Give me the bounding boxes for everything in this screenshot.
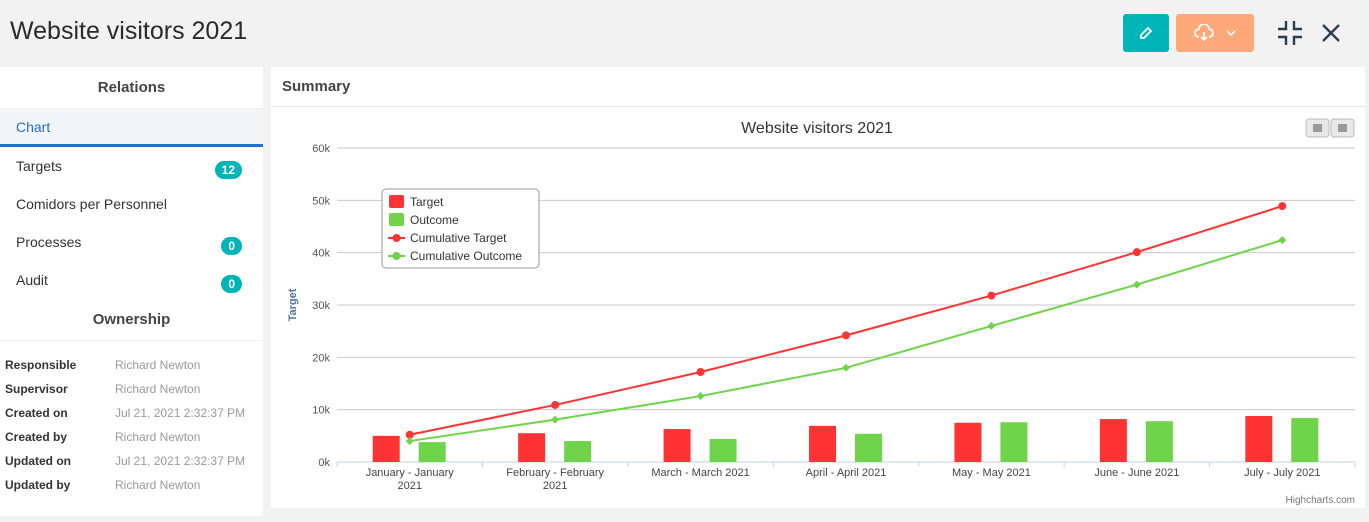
legend-item[interactable]: Outcome: [410, 213, 459, 227]
chevron-down-icon: [1226, 30, 1236, 36]
x-tick-label: February - February: [506, 467, 604, 479]
ownership-label: Created by: [5, 430, 68, 444]
bar-target: [954, 422, 982, 462]
sidebar-item-label: Comidors per Personnel: [16, 196, 167, 212]
print-button[interactable]: [1305, 118, 1330, 138]
x-tick-label: 2021: [397, 480, 421, 492]
bar-outcome: [1000, 422, 1028, 462]
x-tick-label: July - July 2021: [1244, 467, 1320, 479]
cloud-download-icon: [1194, 24, 1214, 42]
bar-outcome: [855, 433, 882, 462]
legend-item[interactable]: Cumulative Target: [410, 231, 507, 245]
pencil-icon: [1140, 26, 1153, 39]
point-cumulative-target: [1278, 202, 1287, 211]
x-tick-label: 2021: [543, 480, 567, 492]
bar-outcome: [709, 438, 737, 462]
x-tick-label: June - June 2021: [1094, 467, 1179, 479]
print-icon-glyph: [1313, 124, 1322, 132]
y-tick-label: 50k: [312, 195, 330, 207]
summary-title: Summary: [271, 67, 1365, 107]
count-badge: 0: [221, 275, 242, 293]
bar-outcome: [418, 442, 446, 462]
sidebar: Relations Chart Targets 12 Comidors per Per…: [0, 67, 263, 516]
compress-icon[interactable]: [1275, 18, 1305, 48]
close-icon[interactable]: [1316, 18, 1346, 48]
y-axis-label: Target: [287, 288, 299, 321]
ownership-label: Supervisor: [5, 382, 68, 396]
ownership-title: Ownership: [0, 299, 263, 341]
ownership-label: Updated by: [5, 478, 71, 492]
y-tick-label: 10k: [312, 405, 330, 417]
count-badge: 0: [221, 237, 242, 255]
y-tick-label: 60k: [312, 143, 330, 155]
point-cumulative-target: [696, 367, 705, 376]
bar-target: [372, 435, 400, 462]
sidebar-item-chart[interactable]: Chart: [0, 109, 263, 147]
point-cumulative-target: [842, 331, 850, 340]
bar-outcome: [1145, 421, 1173, 462]
ownership-value: Jul 21, 2021 2:32:37 PM: [115, 454, 246, 468]
summary-panel: Summary Website visitors 2021 0k 10k 20k 30k…: [271, 67, 1365, 508]
legend-symbol: [389, 195, 404, 208]
export-button[interactable]: [1330, 118, 1355, 138]
bar-target: [1245, 415, 1273, 462]
y-tick-label: 30k: [312, 300, 330, 312]
y-tick-label: 20k: [312, 352, 330, 364]
point-cumulative-target: [987, 291, 996, 300]
bar-target: [809, 425, 836, 462]
y-tick-label: 40k: [312, 248, 330, 260]
ownership-value: Richard Newton: [115, 478, 201, 492]
x-tick-label: May - May 2021: [952, 467, 1031, 479]
bar-outcome: [564, 441, 592, 462]
sidebar-item-audit[interactable]: Audit 0: [0, 261, 263, 299]
ownership-row: Updated on Jul 21, 2021 2:32:37 PM: [0, 449, 263, 473]
bar-target: [1099, 419, 1127, 462]
sidebar-item-processes[interactable]: Processes 0: [0, 223, 263, 261]
bar-target: [518, 433, 546, 462]
legend-item[interactable]: Target: [410, 195, 444, 209]
x-tick-label: April - April 2021: [806, 467, 887, 479]
bar-target: [663, 429, 691, 462]
x-tick-label: March - March 2021: [651, 467, 749, 479]
page-title: Website visitors 2021: [10, 17, 248, 45]
x-tick-label: January - January: [366, 467, 455, 479]
sidebar-item-label: Processes: [16, 234, 82, 250]
ownership-value: Jul 21, 2021 2:32:37 PM: [115, 406, 246, 420]
credits-link[interactable]: Highcharts.com: [1286, 495, 1355, 506]
count-badge: 12: [214, 161, 242, 179]
sidebar-item-targets[interactable]: Targets 12: [0, 147, 263, 185]
point-cumulative-target: [1132, 248, 1141, 257]
ownership-row: Created on Jul 21, 2021 2:32:37 PM: [0, 401, 263, 425]
chart: Website visitors 2021 0k 10k 20k 30k 40k 50k 60…: [274, 110, 1362, 506]
legend-marker: [392, 252, 401, 260]
sidebar-item-label: Targets: [16, 158, 62, 174]
ownership-value: Richard Newton: [115, 430, 201, 444]
ownership-row: Created by Richard Newton: [0, 425, 263, 449]
legend: Target Outcome Cumulative Target Cumulative…: [381, 188, 540, 269]
bar-outcome: [1291, 418, 1319, 462]
relations-title: Relations: [0, 67, 263, 109]
sidebar-item-label: Audit: [16, 272, 48, 288]
download-button[interactable]: [1176, 14, 1254, 52]
ownership-label: Updated on: [5, 454, 71, 468]
sidebar-item-label: Chart: [16, 118, 51, 135]
point-cumulative-target: [551, 400, 560, 409]
ownership-row: Responsible Richard Newton: [0, 353, 263, 377]
legend-symbol: [389, 213, 404, 226]
y-tick-label: 0k: [318, 457, 330, 469]
legend-item[interactable]: Cumulative Outcome: [410, 249, 522, 263]
ownership-value: Richard Newton: [115, 382, 201, 396]
ownership-value: Richard Newton: [115, 358, 201, 372]
ownership-row: Updated by Richard Newton: [0, 473, 263, 497]
edit-button[interactable]: [1123, 14, 1169, 52]
ownership-label: Responsible: [5, 358, 77, 372]
legend-marker: [392, 234, 401, 242]
chart-title: Website visitors 2021: [741, 120, 893, 137]
ownership-row: Supervisor Richard Newton: [0, 377, 263, 401]
ownership-label: Created on: [5, 406, 68, 420]
sidebar-item-comidors-per-personnel[interactable]: Comidors per Personnel: [0, 185, 263, 223]
export-icon-glyph: [1338, 124, 1347, 132]
